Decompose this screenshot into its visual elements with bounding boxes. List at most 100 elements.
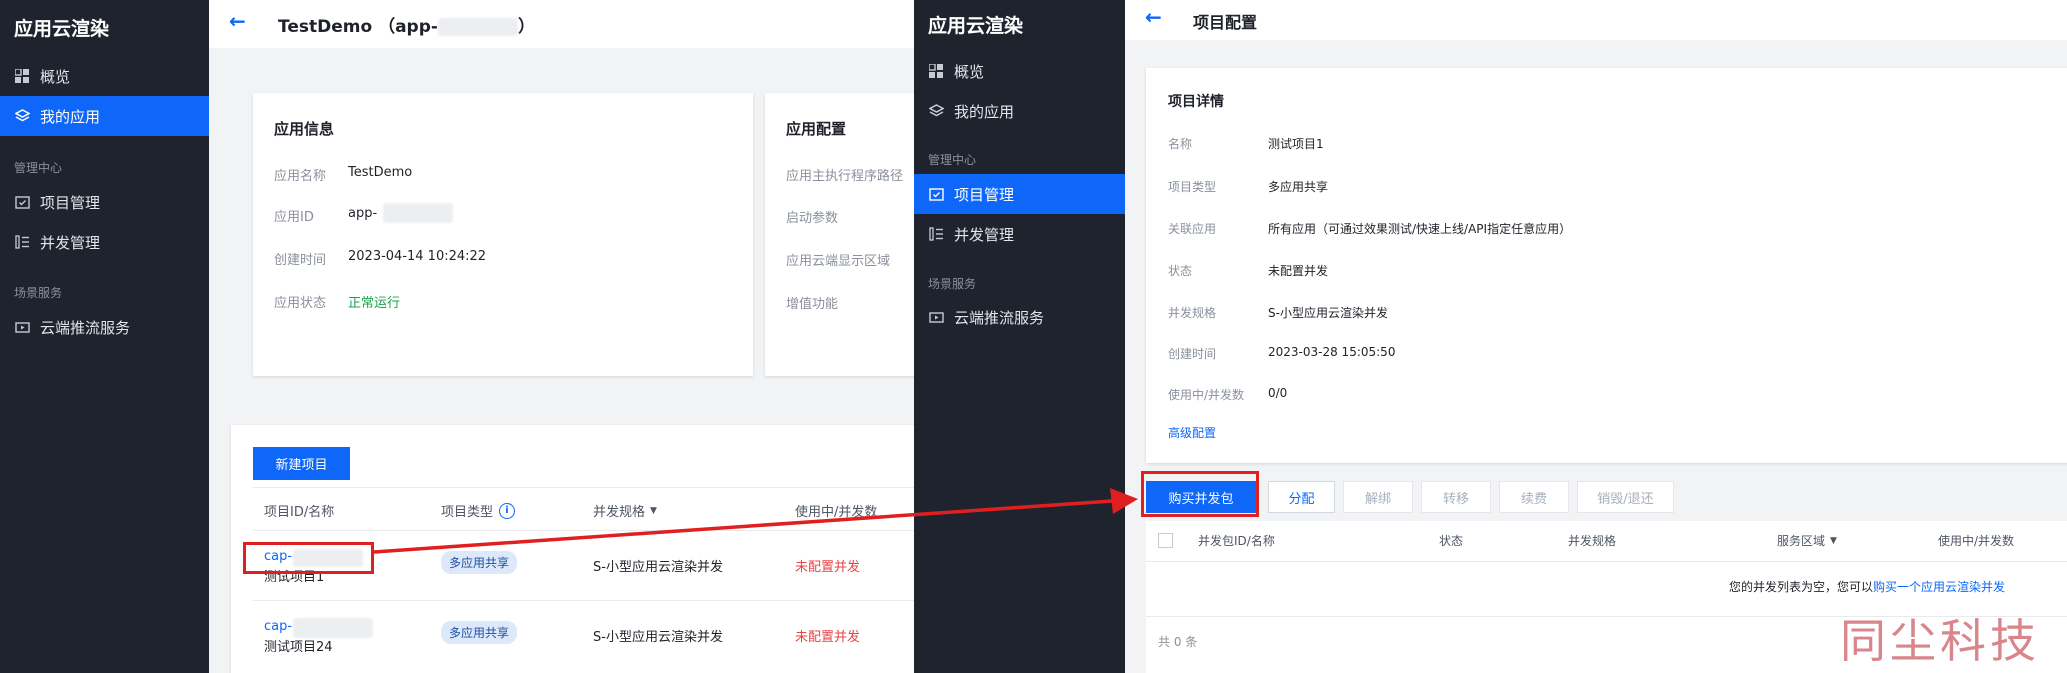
redacted-project-id [293, 618, 373, 638]
left-page-title: TestDemo （app-） [278, 17, 535, 37]
right-sidebar-item-streaming[interactable]: 云端推流服务 [914, 297, 1125, 337]
layers-icon [928, 103, 944, 119]
left-sidebar-item-label: 云端推流服务 [40, 318, 131, 337]
detail-usage-label: 使用中/并发数 [1168, 388, 1245, 402]
select-all-checkbox[interactable] [1158, 533, 1173, 548]
th-spec: 并发规格 [1568, 534, 1617, 548]
left-sidebar-item-streaming[interactable]: 云端推流服务 [0, 307, 209, 347]
grid-icon [928, 63, 944, 79]
advanced-config-link[interactable]: 高级配置 [1168, 424, 1216, 441]
grid-icon [14, 68, 30, 84]
video-icon [928, 309, 944, 325]
th-project-id: 项目ID/名称 [264, 505, 335, 520]
app-name-value: TestDemo [348, 165, 413, 180]
detail-created-label: 创建时间 [1168, 347, 1217, 361]
detail-name-value: 测试项目1 [1268, 137, 1324, 151]
app-id-label: 应用ID [274, 210, 314, 225]
redacted-app-id [383, 203, 453, 223]
assign-button[interactable]: 分配 [1268, 481, 1335, 513]
project-name: 测试项目24 [264, 640, 333, 655]
detail-status-label: 状态 [1168, 264, 1193, 278]
left-sidebar-item-label: 并发管理 [40, 233, 101, 252]
project-spec: S-小型应用云渲染并发 [593, 630, 723, 645]
project-details-card: 项目详情 名称 测试项目1 项目类型 多应用共享 关联应用 所有应用（可通过效果… [1146, 68, 2067, 463]
destroy-button[interactable]: 销毁/退还 [1577, 481, 1674, 513]
row-divider [253, 600, 933, 601]
empty-message: 您的并发列表为空，您可以购买一个应用云渲染并发 [1729, 580, 2006, 594]
app-status-value: 正常运行 [348, 296, 401, 311]
right-sidebar-item-concurrency[interactable]: 并发管理 [914, 214, 1125, 254]
right-page-title: 项目配置 [1193, 13, 1258, 32]
folder-check-icon [928, 186, 944, 202]
watermark: 同尘科技 [1840, 614, 2040, 668]
left-sidebar-group-scene: 场景服务 [14, 286, 63, 300]
right-sidebar-item-label: 我的应用 [954, 102, 1015, 121]
right-sidebar-group-management: 管理中心 [928, 153, 977, 167]
left-sidebar-title: 应用云渲染 [14, 18, 110, 40]
app-config-title: 应用配置 [786, 120, 847, 138]
right-sidebar-group-scene: 场景服务 [928, 277, 977, 291]
renew-button[interactable]: 续费 [1499, 481, 1569, 513]
detail-apps-value: 所有应用（可通过效果测试/快速上线/API指定任意应用） [1268, 222, 1572, 236]
left-sidebar-group-management: 管理中心 [14, 161, 63, 175]
detail-type-value: 多应用共享 [1268, 180, 1329, 194]
left-sidebar-item-overview[interactable]: 概览 [0, 56, 209, 96]
left-sidebar-item-label: 我的应用 [40, 107, 101, 126]
left-sidebar-item-label: 项目管理 [40, 193, 101, 212]
back-arrow-icon[interactable]: ← [1145, 5, 1162, 29]
right-sidebar-item-my-apps[interactable]: 我的应用 [914, 91, 1125, 131]
total-count: 共 0 条 [1158, 635, 1198, 649]
config-launch-params-label: 启动参数 [786, 211, 839, 226]
layers-icon [14, 108, 30, 124]
highlight-buy-button [1141, 471, 1259, 517]
buy-concurrency-link[interactable]: 购买一个应用云渲染并发 [1873, 580, 2005, 594]
new-project-button[interactable]: 新建项目 [253, 447, 350, 480]
config-display-area-label: 应用云端显示区域 [786, 254, 891, 269]
right-sidebar: 应用云渲染 概览 我的应用 管理中心 项目管理 并发管理 场景服务 云端推流服务 [914, 0, 1125, 673]
project-status: 未配置并发 [795, 630, 861, 645]
left-sidebar-item-projects[interactable]: 项目管理 [0, 182, 209, 222]
config-value-added-label: 增值功能 [786, 297, 839, 312]
project-details-title: 项目详情 [1168, 94, 1224, 110]
app-config-card: 应用配置 应用主执行程序路径 启动参数 应用云端显示区域 增值功能 [765, 93, 935, 376]
created-time-value: 2023-04-14 10:24:22 [348, 249, 487, 264]
th-region: 服务区域 ▼ [1777, 534, 1837, 548]
left-sidebar: 应用云渲染 概览 我的应用 管理中心 项目管理 并发管理 场景服务 云端推流服务 [0, 0, 209, 673]
right-sidebar-item-label: 项目管理 [954, 185, 1015, 204]
left-sidebar-item-concurrency[interactable]: 并发管理 [0, 222, 209, 262]
right-sidebar-item-projects[interactable]: 项目管理 [914, 174, 1125, 214]
detail-type-label: 项目类型 [1168, 180, 1217, 194]
right-sidebar-item-overview[interactable]: 概览 [914, 51, 1125, 91]
list-icon [14, 234, 30, 250]
table-header-line [1146, 561, 2067, 562]
app-status-label: 应用状态 [274, 296, 327, 311]
app-info-title: 应用信息 [274, 120, 335, 138]
detail-usage-value: 0/0 [1268, 386, 1288, 400]
th-package-id: 并发包ID/名称 [1198, 534, 1275, 548]
detail-name-label: 名称 [1168, 137, 1193, 151]
left-topbar: ← TestDemo （app-） [209, 0, 914, 48]
filter-icon[interactable]: ▼ [1830, 536, 1837, 546]
right-sidebar-title: 应用云渲染 [928, 15, 1024, 37]
left-sidebar-item-label: 概览 [40, 67, 71, 86]
config-exe-path-label: 应用主执行程序路径 [786, 169, 904, 184]
right-main-area: ← 项目配置 项目详情 名称 测试项目1 项目类型 多应用共享 关联应用 所有应… [1125, 0, 2067, 673]
right-sidebar-item-label: 云端推流服务 [954, 308, 1045, 327]
list-icon [928, 226, 944, 242]
left-sidebar-item-my-apps[interactable]: 我的应用 [0, 96, 209, 136]
th-usage: 使用中/并发数 [1938, 534, 2015, 548]
detail-status-value: 未配置并发 [1268, 264, 1329, 278]
concurrency-toolbar: 购买并发包 分配 解绑 转移 续费 销毁/退还 [1146, 470, 2067, 520]
transfer-button[interactable]: 转移 [1421, 481, 1491, 513]
project-type-tag: 多应用共享 [441, 621, 518, 644]
app-id-value: app- [348, 206, 378, 221]
unbind-button[interactable]: 解绑 [1343, 481, 1413, 513]
redacted-id [437, 18, 518, 36]
right-sidebar-item-label: 并发管理 [954, 225, 1015, 244]
back-arrow-icon[interactable]: ← [229, 9, 246, 33]
detail-spec-value: S-小型应用云渲染并发 [1268, 306, 1388, 320]
annotation-arrow-icon [373, 488, 1138, 554]
detail-created-value: 2023-03-28 15:05:50 [1268, 345, 1396, 359]
right-sidebar-item-label: 概览 [954, 62, 985, 81]
right-topbar: ← 项目配置 [1125, 0, 2067, 40]
